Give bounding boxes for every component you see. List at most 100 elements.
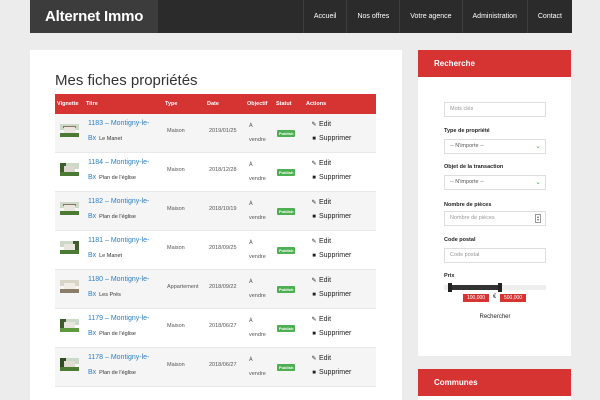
- property-type-group: Type de propriété -- N'importe -- ⌄: [444, 128, 546, 154]
- property-title-link-cont[interactable]: Bx Les Prés: [88, 291, 121, 298]
- property-title-link-cont[interactable]: Bx Plan de l'église: [88, 369, 136, 376]
- property-objective-cont: vendre: [249, 137, 266, 143]
- property-thumbnail[interactable]: [60, 241, 79, 254]
- property-title-link[interactable]: 1180 – Montigny-le-: [88, 276, 149, 283]
- property-type: Maison: [167, 323, 185, 329]
- table-row: 1179 – Montigny-le- Bx Plan de l'église …: [55, 309, 376, 348]
- main-nav: Accueil Nos offres Votre agence Administ…: [302, 0, 572, 33]
- delete-button[interactable]: ■ Supprimer: [311, 330, 351, 337]
- rooms-input[interactable]: Nombre de pièces ▴ ▾: [444, 211, 546, 226]
- brand-logo[interactable]: Alternet Immo: [30, 0, 158, 33]
- nav-votre-agence[interactable]: Votre agence: [399, 0, 461, 33]
- header-statut: Statut: [276, 101, 292, 107]
- property-title-link[interactable]: 1179 – Montigny-le-: [88, 315, 149, 322]
- property-title-link-cont[interactable]: Bx Plan de l'église: [88, 330, 136, 337]
- property-title-link[interactable]: 1178 – Montigny-le-: [88, 354, 149, 361]
- edit-button[interactable]: ✎ Edit: [311, 355, 331, 362]
- status-badge: Publish: [277, 130, 296, 137]
- status-badge: Publish: [277, 286, 296, 293]
- table-row: 1184 – Montigny-le- Bx Plan de l'église …: [55, 153, 376, 192]
- property-location: Le Manet: [99, 253, 123, 259]
- property-type-select[interactable]: -- N'importe -- ⌄: [444, 139, 546, 154]
- price-min-handle[interactable]: [448, 283, 452, 292]
- property-objective-cont: vendre: [249, 371, 266, 377]
- delete-button[interactable]: ■ Supprimer: [311, 252, 351, 259]
- delete-button[interactable]: ■ Supprimer: [311, 213, 351, 220]
- property-objective-cont: vendre: [249, 332, 266, 338]
- chevron-down-icon: ⌄: [535, 179, 541, 186]
- status-badge: Publish: [277, 169, 296, 176]
- trash-icon: ■: [312, 331, 316, 337]
- nav-nos-offres[interactable]: Nos offres: [346, 0, 399, 33]
- property-title-link-cont[interactable]: Bx Le Manet: [88, 135, 122, 142]
- nav-administration[interactable]: Administration: [461, 0, 527, 33]
- search-sidebar: Recherche Mots clés Type de propriété --…: [418, 50, 571, 356]
- property-objective: À: [249, 162, 253, 168]
- property-title-link[interactable]: 1181 – Montigny-le-: [88, 237, 149, 244]
- edit-button[interactable]: ✎ Edit: [311, 277, 331, 284]
- search-heading: Recherche: [418, 50, 571, 77]
- search-button[interactable]: Rechercher: [444, 314, 546, 320]
- transaction-label: Objet de la transaction: [444, 164, 504, 170]
- property-date: 2018/09/25: [209, 245, 237, 251]
- property-type: Maison: [167, 206, 185, 212]
- property-title-link-cont[interactable]: Bx Le Manet: [88, 252, 122, 259]
- property-thumbnail[interactable]: [60, 358, 79, 371]
- property-thumbnail[interactable]: [60, 202, 79, 215]
- price-slider-range: [449, 285, 499, 290]
- property-thumbnail[interactable]: [60, 163, 79, 176]
- property-date: 2018/10/19: [209, 206, 237, 212]
- delete-button[interactable]: ■ Supprimer: [311, 174, 351, 181]
- property-thumbnail[interactable]: [60, 124, 79, 137]
- property-date: 2018/06/27: [209, 362, 237, 368]
- stepper-icon[interactable]: ▴ ▾: [535, 214, 541, 223]
- postal-input[interactable]: Code postal: [444, 248, 546, 263]
- main-panel: Mes fiches propriétés Vignette Titre Typ…: [30, 50, 402, 400]
- edit-button[interactable]: ✎ Edit: [311, 121, 331, 128]
- communes-heading: Communes: [418, 369, 571, 396]
- table-row: 1180 – Montigny-le- Bx Les Prés Appartem…: [55, 270, 376, 309]
- property-thumbnail[interactable]: [60, 319, 79, 332]
- nav-contact[interactable]: Contact: [526, 0, 572, 33]
- header-date: Date: [207, 101, 219, 107]
- property-thumbnail[interactable]: [60, 280, 79, 293]
- trash-icon: ■: [312, 253, 316, 259]
- property-location: Plan de l'église: [99, 331, 136, 337]
- price-max-handle[interactable]: [498, 283, 502, 292]
- edit-button[interactable]: ✎ Edit: [311, 199, 331, 206]
- pencil-icon: ✎: [311, 356, 317, 362]
- property-title-link[interactable]: 1183 – Montigny-le-: [88, 120, 149, 127]
- delete-button[interactable]: ■ Supprimer: [311, 369, 351, 376]
- pencil-icon: ✎: [311, 161, 317, 167]
- edit-button[interactable]: ✎ Edit: [311, 316, 331, 323]
- property-objective-cont: vendre: [249, 293, 266, 299]
- nav-accueil[interactable]: Accueil: [302, 0, 347, 33]
- pencil-icon: ✎: [311, 239, 317, 245]
- header-actions: Actions: [306, 101, 327, 107]
- price-max-value: 500,000: [500, 294, 527, 302]
- table-row: 1181 – Montigny-le- Bx Le Manet Maison 2…: [55, 231, 376, 270]
- rooms-group: Nombre de pièces Nombre de pièces ▴ ▾: [444, 202, 546, 226]
- trash-icon: ■: [312, 214, 316, 220]
- chevron-down-icon: ⌄: [535, 143, 541, 150]
- property-objective: À: [249, 201, 253, 207]
- delete-button[interactable]: ■ Supprimer: [311, 291, 351, 298]
- trash-icon: ■: [312, 370, 316, 376]
- property-title-link[interactable]: 1184 – Montigny-le-: [88, 159, 149, 166]
- pencil-icon: ✎: [311, 200, 317, 206]
- property-title-link-cont[interactable]: Bx Plan de l'église: [88, 213, 136, 220]
- property-title-link-cont[interactable]: Bx Plan de l'église: [88, 174, 136, 181]
- keywords-input[interactable]: Mots clés: [444, 102, 546, 117]
- price-group: Prix: [444, 273, 546, 279]
- delete-button[interactable]: ■ Supprimer: [311, 135, 351, 142]
- pencil-icon: ✎: [311, 122, 317, 128]
- property-type: Maison: [167, 128, 185, 134]
- price-slider[interactable]: [444, 283, 546, 292]
- trash-icon: ■: [312, 292, 316, 298]
- edit-button[interactable]: ✎ Edit: [311, 238, 331, 245]
- transaction-select[interactable]: -- N'importe -- ⌄: [444, 175, 546, 190]
- header-vignette: Vignette: [57, 101, 79, 107]
- property-title-link[interactable]: 1182 – Montigny-le-: [88, 198, 149, 205]
- property-location: Plan de l'église: [99, 175, 136, 181]
- edit-button[interactable]: ✎ Edit: [311, 160, 331, 167]
